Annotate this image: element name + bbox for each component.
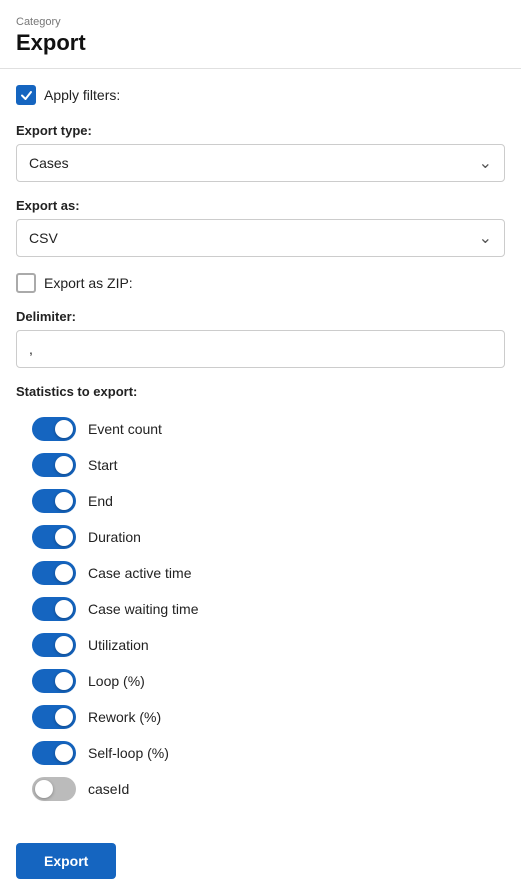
toggle-self-loop[interactable] <box>32 741 76 765</box>
page-header: Category Export <box>0 0 521 69</box>
export-type-value: Cases <box>29 155 69 171</box>
delimiter-label: Delimiter: <box>16 309 505 324</box>
apply-filters-row: Apply filters: <box>16 85 505 105</box>
toggle-label-end: End <box>88 493 113 509</box>
statistics-section: Statistics to export: Event count Start En… <box>16 384 505 807</box>
delimiter-group: Delimiter: <box>16 309 505 368</box>
toggle-end[interactable] <box>32 489 76 513</box>
category-label: Category <box>16 16 505 28</box>
toggle-row-rework: Rework (%) <box>16 699 505 735</box>
toggle-start[interactable] <box>32 453 76 477</box>
export-type-label: Export type: <box>16 123 505 138</box>
toggle-row-case-active-time: Case active time <box>16 555 505 591</box>
toggle-event-count[interactable] <box>32 417 76 441</box>
toggle-row-loop: Loop (%) <box>16 663 505 699</box>
export-zip-row: Export as ZIP: <box>16 273 505 293</box>
toggle-row-end: End <box>16 483 505 519</box>
toggle-thumb-duration <box>55 528 73 546</box>
toggle-caseid[interactable] <box>32 777 76 801</box>
export-type-group: Export type: Cases ⌄ <box>16 123 505 182</box>
toggle-thumb-rework <box>55 708 73 726</box>
toggle-row-event-count: Event count <box>16 411 505 447</box>
export-zip-label: Export as ZIP: <box>44 275 133 291</box>
toggle-label-utilization: Utilization <box>88 637 149 653</box>
chevron-down-icon-2: ⌄ <box>479 228 492 248</box>
toggle-label-rework: Rework (%) <box>88 709 161 725</box>
toggle-label-duration: Duration <box>88 529 141 545</box>
toggle-thumb-end <box>55 492 73 510</box>
toggle-row-utilization: Utilization <box>16 627 505 663</box>
toggle-thumb-self-loop <box>55 744 73 762</box>
export-type-select[interactable]: Cases ⌄ <box>16 144 505 182</box>
toggle-utilization[interactable] <box>32 633 76 657</box>
toggle-thumb-case-active-time <box>55 564 73 582</box>
toggle-label-case-active-time: Case active time <box>88 565 191 581</box>
export-as-label: Export as: <box>16 198 505 213</box>
export-button[interactable]: Export <box>16 843 116 879</box>
delimiter-input[interactable] <box>16 330 505 368</box>
toggle-case-active-time[interactable] <box>32 561 76 585</box>
toggle-label-caseid: caseId <box>88 781 129 797</box>
chevron-down-icon: ⌄ <box>479 153 492 173</box>
toggle-thumb-loop <box>55 672 73 690</box>
toggle-row-case-waiting-time: Case waiting time <box>16 591 505 627</box>
content-area: Apply filters: Export type: Cases ⌄ Expo… <box>0 69 521 823</box>
toggle-label-start: Start <box>88 457 118 473</box>
toggle-thumb-caseid <box>35 780 53 798</box>
toggle-thumb-utilization <box>55 636 73 654</box>
toggle-label-case-waiting-time: Case waiting time <box>88 601 199 617</box>
toggle-thumb-start <box>55 456 73 474</box>
toggle-row-caseid: caseId <box>16 771 505 807</box>
toggle-loop[interactable] <box>32 669 76 693</box>
statistics-toggle-list: Event count Start End Duration Case active t… <box>16 411 505 807</box>
export-as-group: Export as: CSV ⌄ <box>16 198 505 257</box>
toggle-label-loop: Loop (%) <box>88 673 145 689</box>
export-zip-checkbox[interactable] <box>16 273 36 293</box>
toggle-duration[interactable] <box>32 525 76 549</box>
statistics-title: Statistics to export: <box>16 384 505 399</box>
toggle-row-start: Start <box>16 447 505 483</box>
toggle-thumb-case-waiting-time <box>55 600 73 618</box>
toggle-label-self-loop: Self-loop (%) <box>88 745 169 761</box>
toggle-label-event-count: Event count <box>88 421 162 437</box>
toggle-row-self-loop: Self-loop (%) <box>16 735 505 771</box>
apply-filters-checkbox[interactable] <box>16 85 36 105</box>
apply-filters-label: Apply filters: <box>44 87 120 103</box>
toggle-rework[interactable] <box>32 705 76 729</box>
toggle-case-waiting-time[interactable] <box>32 597 76 621</box>
toggle-thumb-event-count <box>55 420 73 438</box>
toggle-row-duration: Duration <box>16 519 505 555</box>
export-as-select[interactable]: CSV ⌄ <box>16 219 505 257</box>
page-title: Export <box>16 30 505 56</box>
export-as-value: CSV <box>29 230 58 246</box>
